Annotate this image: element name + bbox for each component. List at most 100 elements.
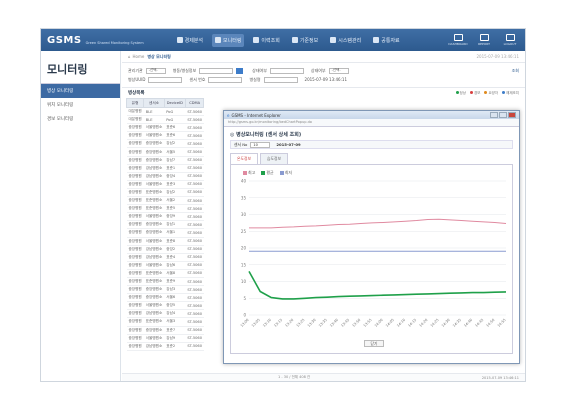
col-cdma[interactable]: CDMA <box>184 98 205 108</box>
filter-panel: 관리기관 -선택- 병동/병실정보 상태여부 상태여부 -선택- 조회 병상UU… <box>122 63 525 88</box>
table-cell: 중앙병원 <box>126 228 144 238</box>
table-row[interactable]: 중앙병원 서울병원소 표준6 ST-5060 <box>126 123 204 133</box>
table-cell: ST-5060 <box>185 334 204 343</box>
col-device[interactable]: DeviceID <box>163 98 186 108</box>
room-input[interactable] <box>263 76 298 83</box>
table-row[interactable]: 중앙병원 중앙병원소 강남3 ST-5060 <box>126 285 204 295</box>
breadcrumb-home[interactable]: Home <box>133 54 145 59</box>
table-cell: 표준병원소 <box>143 317 165 327</box>
table-row[interactable]: 중앙병원 표준병원소 서울3 ST-5060 <box>126 317 204 327</box>
table-cell: 강남7 <box>164 156 186 165</box>
table-row[interactable]: 중앙병원 중앙병원소 서울6 ST-5060 <box>126 293 204 303</box>
x-tick-label: 14:00 <box>374 318 384 328</box>
table-cell: 표준병원소 <box>143 277 165 287</box>
logout-button[interactable]: LOGOUT <box>501 34 519 46</box>
table-row[interactable]: 중앙병원 표준병원소 서울8 ST-5060 <box>126 269 204 278</box>
sidebar-item-alarm[interactable]: 경보 모니터링 <box>41 112 120 126</box>
table-row[interactable]: 중앙병원 강남병원소 표준4 ST-5060 <box>126 253 204 262</box>
table-row[interactable]: 중앙병원 표준병원소 표준5 ST-5060 <box>126 204 204 214</box>
table-row[interactable]: 중앙병원 서울병원소 중앙9 ST-5060 <box>126 212 204 222</box>
table-row[interactable]: 중앙병원 중앙병원소 표준7 ST-5060 <box>126 326 204 335</box>
table-row[interactable]: 중앙병원 중앙병원소 강남2 ST-5060 <box>126 139 204 149</box>
table-cell: ST-5060 <box>185 204 204 214</box>
report-button[interactable]: REPORT <box>475 34 493 46</box>
y-tick-label: 20 <box>241 246 247 251</box>
table-row[interactable]: 중앙병원 서울병원소 표준3 ST-5060 <box>126 180 204 189</box>
sidebar-item-bed[interactable]: 병상 모니터링 <box>41 84 120 98</box>
legend-care: 요양자 <box>484 90 498 96</box>
ward-input[interactable] <box>199 67 234 74</box>
search-button[interactable]: 조회 <box>512 68 519 74</box>
sensor-no-select[interactable]: 10 <box>250 141 271 148</box>
table-cell: 강남병원소 <box>143 172 165 181</box>
table-cell: ST-5060 <box>185 285 204 295</box>
col-type[interactable]: 유형 <box>125 98 145 108</box>
table-row[interactable]: 중앙병원 강남병원소 중앙2 ST-5060 <box>126 245 204 254</box>
table-cell: 표준병원소 <box>143 269 165 278</box>
menu-common[interactable]: 공통자료 <box>370 34 402 47</box>
table-row[interactable]: 중앙병원 강남병원소 강남4 ST-5060 <box>126 309 204 319</box>
release-dot-icon <box>502 90 506 94</box>
table-row[interactable]: 중앙병원 중앙병원소 서울5 ST-5060 <box>126 147 204 157</box>
table-cell: 중앙병원 <box>126 131 144 141</box>
org-select[interactable]: -선택- <box>145 67 166 74</box>
sidebar-item-location[interactable]: 위치 모니터링 <box>41 98 120 112</box>
menu-master[interactable]: 기준정보 <box>289 34 321 47</box>
popup-titlebar[interactable]: e GSMS - Internet Explorer <box>224 111 519 119</box>
menu-history[interactable]: 이력조회 <box>250 34 282 47</box>
tab-humidity[interactable]: 습도정보 <box>259 153 288 164</box>
table-body: 대분병원 BLE PoG ST-5060 대분병원 BLE PoG ST-5060 중앙병원 서울… <box>126 107 204 351</box>
breadcrumb-info: 2015-07-09 13:46:11 <box>476 54 519 59</box>
table-row[interactable]: 중앙병원 중앙병원소 강남1 ST-5060 <box>126 220 204 230</box>
dashboard-button[interactable]: DASHBOARD <box>448 34 468 46</box>
popup-date: 2015-07-09 <box>276 142 301 147</box>
table-row[interactable]: 중앙병원 표준병원소 표준9 ST-5060 <box>126 277 204 287</box>
table-cell: BLE <box>143 115 165 125</box>
status-select[interactable]: -선택- <box>328 67 349 74</box>
table-row[interactable]: 중앙병원 강남병원소 표준1 ST-5060 <box>126 164 204 173</box>
bedid-input[interactable] <box>208 76 243 83</box>
table-cell: ST-5060 <box>185 326 204 335</box>
series-line-avg <box>248 271 507 300</box>
close-button[interactable]: 닫기 <box>364 340 384 347</box>
col-sensor[interactable]: 센서소 <box>143 98 165 108</box>
popup-url-bar[interactable]: http://gsms.go.kr/monitoring/bedChartPop… <box>224 119 519 127</box>
y-tick-label: 35 <box>241 195 247 200</box>
menu-monitoring[interactable]: 모니터링 <box>212 33 245 47</box>
table-row[interactable]: 중앙병원 강남병원소 중앙4 ST-5060 <box>126 172 204 181</box>
table-cell: 서울병원소 <box>143 237 165 246</box>
home-icon[interactable]: ⌂ <box>128 54 131 59</box>
breadcrumb: ⌂ Home 병상 모니터링 2015-07-09 13:46:11 <box>122 51 525 63</box>
menu-analysis[interactable]: 경제분석 <box>174 34 206 47</box>
status-input[interactable] <box>269 67 304 74</box>
menu-system[interactable]: 시스템관리 <box>327 34 364 47</box>
table-cell: 표준5 <box>164 204 186 214</box>
table-row[interactable]: 대분병원 BLE PoG ST-5060 <box>126 115 204 125</box>
table-cell: 표준9 <box>164 277 186 287</box>
table-row[interactable]: 중앙병원 서울병원소 표준8 ST-5060 <box>126 237 204 246</box>
table-row[interactable]: 중앙병원 표준병원소 서울2 ST-5060 <box>126 196 204 206</box>
table-row[interactable]: 중앙병원 서울병원소 강남6 ST-5060 <box>126 261 204 270</box>
tab-temperature[interactable]: 온도정보 <box>230 153 258 164</box>
close-icon[interactable] <box>508 112 516 118</box>
table-row[interactable]: 중앙병원 서울병원소 강남9 ST-5060 <box>126 334 204 343</box>
table-cell: BLE <box>143 107 165 117</box>
minimize-icon[interactable] <box>490 112 498 118</box>
maximize-icon[interactable] <box>499 112 507 118</box>
table-row[interactable]: 대분병원 BLE PoG ST-5060 <box>126 107 204 117</box>
table-row[interactable]: 중앙병원 중앙병원소 강남7 ST-5060 <box>126 156 204 165</box>
table-row[interactable]: 중앙병원 중앙병원소 서울1 ST-5060 <box>126 228 204 238</box>
table-row[interactable]: 중앙병원 표준병원소 강남2 ST-5060 <box>126 188 204 198</box>
logo: GSMS <box>47 34 82 46</box>
table-row[interactable]: 중앙병원 강남병원소 표준2 ST-5060 <box>126 342 204 351</box>
table-cell: 대분병원 <box>126 107 144 117</box>
table-cell: 대분병원 <box>126 115 144 125</box>
table-cell: 중앙병원 <box>126 147 144 157</box>
main-menu: 경제분석 모니터링 이력조회 기준정보 시스템관리 공통자료 <box>174 33 403 47</box>
ward-search-button[interactable] <box>236 67 244 74</box>
ward-label: 병동/병실정보 <box>172 67 197 73</box>
table-row[interactable]: 중앙병원 서울병원소 중앙5 ST-5060 <box>126 301 204 311</box>
x-tick-label: 14:20 <box>419 318 429 328</box>
uuid-input[interactable] <box>148 76 183 83</box>
table-row[interactable]: 중앙병원 서울병원소 표준6 ST-5060 <box>126 131 204 141</box>
